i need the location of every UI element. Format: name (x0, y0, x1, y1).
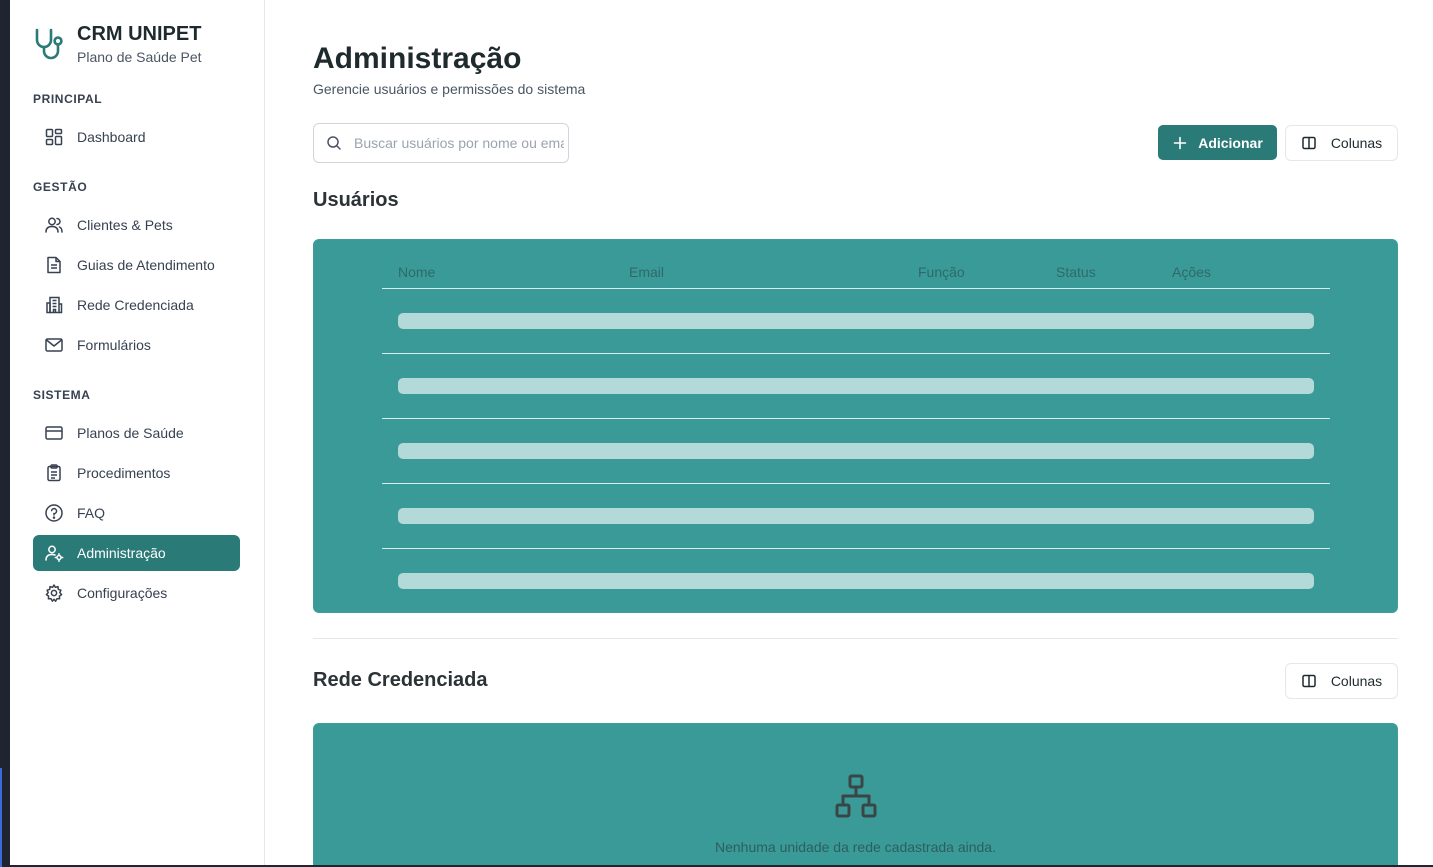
column-header-status[interactable]: Status (1056, 264, 1096, 280)
sidebar-item-label: Procedimentos (77, 465, 171, 481)
sidebar-item-label: Administração (77, 545, 166, 561)
network-section-title: Rede Credenciada (313, 669, 488, 691)
app-subtitle: Plano de Saúde Pet (77, 49, 202, 65)
row-divider (382, 483, 1330, 484)
network-icon (835, 774, 877, 818)
sidebar-item-administracao[interactable]: Administração (33, 535, 240, 571)
sidebar-item-clientes-pets[interactable]: Clientes & Pets (33, 207, 240, 243)
column-header-acoes: Ações (1172, 264, 1211, 280)
credit-card-icon (45, 426, 63, 440)
add-user-button[interactable]: Adicionar (1158, 125, 1277, 160)
sidebar-item-label: Planos de Saúde (77, 425, 184, 441)
loading-row-skeleton (398, 378, 1314, 394)
users-table: Nome Email Função Status Ações (313, 239, 1398, 613)
columns-icon (1302, 674, 1316, 688)
users-icon (45, 217, 63, 233)
sidebar-item-configuracoes[interactable]: Configurações (33, 575, 240, 611)
columns-button-label: Colunas (1330, 673, 1383, 689)
users-section-title: Usuários (313, 189, 399, 211)
help-circle-icon (45, 504, 63, 522)
row-divider (382, 548, 1330, 549)
sidebar-item-formularios[interactable]: Formulários (33, 327, 240, 363)
sidebar-item-label: Guias de Atendimento (77, 257, 215, 273)
columns-icon (1302, 136, 1316, 150)
sidebar-item-label: Dashboard (77, 129, 146, 145)
sidebar-item-faq[interactable]: FAQ (33, 495, 240, 531)
network-empty-state: Nenhuma unidade da rede cadastrada ainda… (313, 723, 1398, 865)
settings-icon (45, 584, 63, 602)
header-divider (382, 288, 1330, 289)
search-box[interactable] (313, 123, 569, 163)
brand[interactable]: CRM UNIPET Plano de Saúde Pet (32, 22, 202, 68)
columns-button-label: Colunas (1330, 135, 1383, 151)
sidebar-item-label: Rede Credenciada (77, 297, 194, 313)
sidebar-item-guias[interactable]: Guias de Atendimento (33, 247, 240, 283)
sidebar: CRM UNIPET Plano de Saúde Pet PRINCIPAL … (10, 0, 265, 865)
add-button-label: Adicionar (1198, 134, 1263, 151)
column-header-email[interactable]: Email (629, 264, 664, 280)
sidebar-item-label: Formulários (77, 337, 151, 353)
building-icon (46, 296, 63, 314)
empty-state-text: Nenhuma unidade da rede cadastrada ainda… (715, 839, 996, 855)
page-subtitle: Gerencie usuários e permissões do sistem… (313, 81, 586, 97)
network-columns-button[interactable]: Colunas (1285, 663, 1398, 699)
loading-row-skeleton (398, 573, 1314, 589)
search-icon (327, 136, 341, 150)
section-title-sistema: SISTEMA (33, 388, 91, 402)
sidebar-item-procedimentos[interactable]: Procedimentos (33, 455, 240, 491)
loading-row-skeleton (398, 313, 1314, 329)
section-title-gestao: GESTÃO (33, 180, 88, 194)
mail-icon (45, 338, 63, 352)
clipboard-icon (47, 464, 61, 482)
main-content: Administração Gerencie usuários e permis… (266, 0, 1433, 865)
section-divider (313, 638, 1398, 639)
row-divider (382, 418, 1330, 419)
sidebar-item-planos[interactable]: Planos de Saúde (33, 415, 240, 451)
page-title: Administração (313, 42, 522, 75)
sidebar-item-label: Configurações (77, 585, 168, 601)
app-title: CRM UNIPET (77, 23, 202, 45)
window-edge (0, 768, 2, 867)
file-text-icon (47, 256, 61, 274)
app-window: CRM UNIPET Plano de Saúde Pet PRINCIPAL … (10, 0, 1433, 865)
sidebar-item-label: Clientes & Pets (77, 217, 173, 233)
sidebar-item-dashboard[interactable]: Dashboard (33, 119, 240, 155)
sidebar-item-label: FAQ (77, 505, 106, 521)
loading-row-skeleton (398, 443, 1314, 459)
column-header-funcao[interactable]: Função (918, 264, 965, 280)
loading-row-skeleton (398, 508, 1314, 524)
section-title-principal: PRINCIPAL (33, 92, 103, 106)
stethoscope-icon (35, 28, 63, 60)
user-cog-icon (45, 545, 64, 562)
dashboard-icon (45, 128, 63, 146)
column-header-nome[interactable]: Nome (398, 264, 435, 280)
users-columns-button[interactable]: Colunas (1285, 125, 1398, 161)
row-divider (382, 353, 1330, 354)
plus-icon (1173, 136, 1187, 149)
sidebar-item-rede[interactable]: Rede Credenciada (33, 287, 240, 323)
search-input[interactable] (354, 135, 564, 151)
